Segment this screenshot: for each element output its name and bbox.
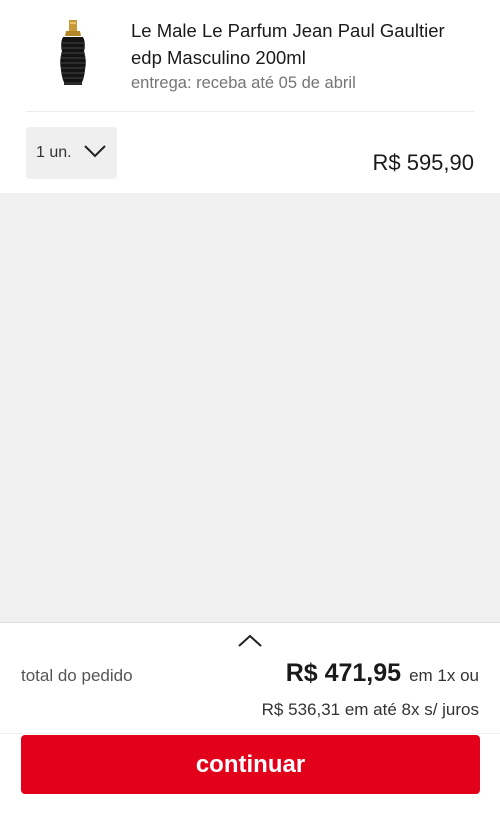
- total-line: R$ 471,95 em 1x ou: [286, 659, 479, 688]
- continue-button[interactable]: continuar: [21, 735, 480, 794]
- product-title[interactable]: Le Male Le Parfum Jean Paul Gaultier edp…: [131, 17, 471, 71]
- total-label: total do pedido: [21, 666, 133, 685]
- delivery-info: entrega: receba até 05 de abril: [131, 74, 356, 92]
- quantity-select[interactable]: 1 un.: [26, 127, 117, 179]
- chevron-up-icon[interactable]: [238, 634, 262, 648]
- cart-item: Le Male Le Parfum Jean Paul Gaultier edp…: [0, 0, 500, 193]
- divider: [0, 733, 500, 734]
- empty-content-area: [0, 193, 500, 622]
- installments-info: R$ 536,31 em até 8x s/ juros: [261, 700, 479, 719]
- chevron-down-icon: [84, 144, 106, 158]
- divider: [26, 111, 474, 112]
- quantity-label: 1 un.: [36, 144, 72, 161]
- item-price: R$ 595,90: [372, 150, 474, 175]
- order-summary: total do pedido R$ 471,95 em 1x ou R$ 53…: [0, 622, 500, 813]
- total-value: R$ 471,95: [285, 659, 402, 687]
- perfume-bottle-icon[interactable]: [50, 18, 96, 88]
- total-suffix: em 1x ou: [409, 666, 479, 685]
